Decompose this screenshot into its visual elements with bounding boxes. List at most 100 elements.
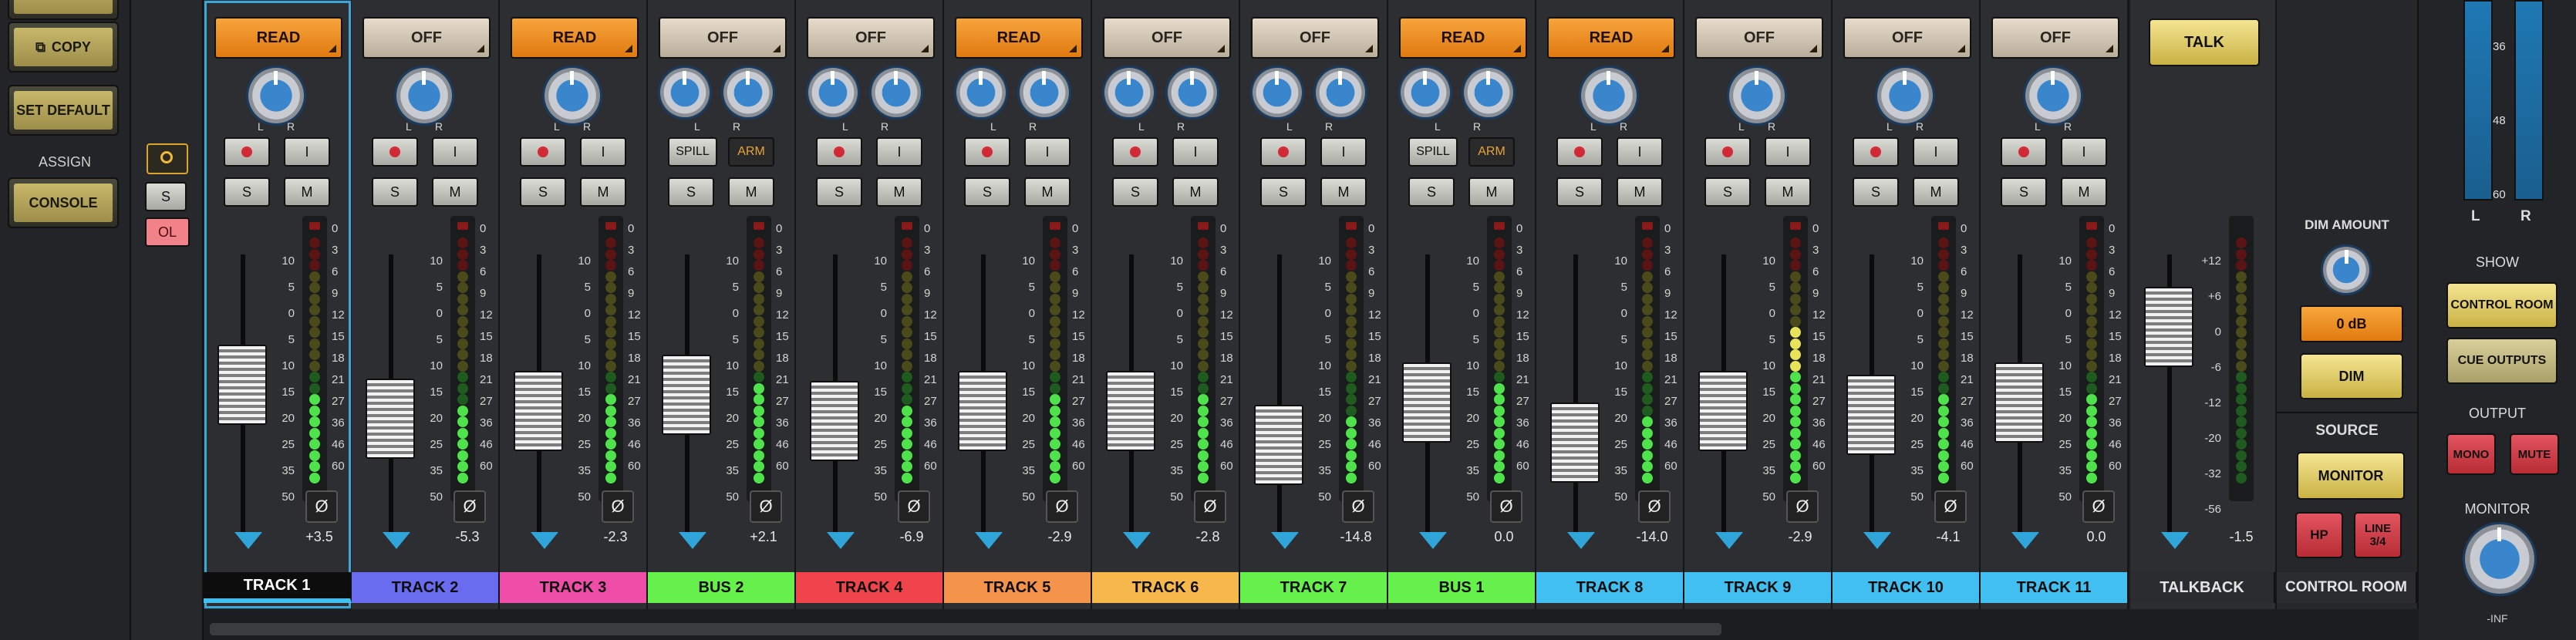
- phase-invert-button[interactable]: Ø: [2082, 490, 2115, 523]
- pan-right-knob[interactable]: [1316, 68, 1365, 117]
- track-name[interactable]: TRACK 10: [1833, 572, 1981, 603]
- mute-button[interactable]: M: [876, 177, 922, 207]
- clear-solo-button[interactable]: S: [145, 182, 187, 211]
- mute-button[interactable]: M: [1172, 177, 1219, 207]
- record-button[interactable]: [520, 137, 566, 167]
- track-name[interactable]: TRACK 11: [1981, 572, 2129, 603]
- mute-button[interactable]: M: [1320, 177, 1367, 207]
- pan-knob[interactable]: [1877, 68, 1933, 123]
- solo-button[interactable]: S: [1704, 177, 1751, 207]
- volume-fader[interactable]: [662, 355, 711, 435]
- phase-invert-button[interactable]: Ø: [1194, 490, 1226, 523]
- phase-invert-button[interactable]: Ø: [1786, 490, 1819, 523]
- track-name[interactable]: TRACK 5: [944, 572, 1092, 603]
- overload-button[interactable]: OL: [145, 217, 190, 247]
- phase-invert-button[interactable]: Ø: [898, 490, 930, 523]
- mute-button[interactable]: M: [2061, 177, 2107, 207]
- pan-knob[interactable]: [1729, 68, 1785, 123]
- volume-fader[interactable]: [1846, 375, 1896, 455]
- pan-left-knob[interactable]: [1104, 68, 1154, 117]
- mono-button[interactable]: MONO: [2446, 433, 2496, 475]
- pan-knob[interactable]: [2025, 68, 2081, 123]
- input-button[interactable]: I: [1172, 137, 1219, 167]
- solo-button[interactable]: S: [964, 177, 1010, 207]
- record-button[interactable]: [1853, 137, 1899, 167]
- track-name[interactable]: TRACK 7: [1240, 572, 1388, 603]
- solo-button[interactable]: S: [2001, 177, 2047, 207]
- input-button[interactable]: I: [1320, 137, 1367, 167]
- phase-invert-button[interactable]: Ø: [1342, 490, 1374, 523]
- record-button[interactable]: [816, 137, 862, 167]
- copy-button[interactable]: ⧉ COPY: [8, 22, 119, 72]
- record-button[interactable]: [2001, 137, 2047, 167]
- track-name[interactable]: TRACK 2: [352, 572, 500, 603]
- mute-button[interactable]: M: [1617, 177, 1663, 207]
- automation-mode-button[interactable]: OFF: [659, 17, 787, 59]
- mute-button[interactable]: M: [1468, 177, 1515, 207]
- volume-fader[interactable]: [958, 371, 1007, 451]
- track-name[interactable]: BUS 2: [648, 572, 796, 603]
- pan-left-knob[interactable]: [808, 68, 858, 117]
- arm-button[interactable]: ARM: [1468, 137, 1515, 167]
- record-button[interactable]: [1556, 137, 1603, 167]
- phase-invert-button[interactable]: Ø: [750, 490, 782, 523]
- solo-button[interactable]: S: [372, 177, 418, 207]
- automation-mode-button[interactable]: READ: [1399, 17, 1527, 59]
- automation-mode-button[interactable]: READ: [955, 17, 1083, 59]
- dim-amount-value[interactable]: 0 dB: [2300, 305, 2403, 342]
- solo-button[interactable]: S: [1260, 177, 1307, 207]
- mute-button[interactable]: M: [432, 177, 478, 207]
- record-button[interactable]: [1260, 137, 1307, 167]
- record-button[interactable]: [224, 137, 270, 167]
- monitor-volume-knob[interactable]: [2465, 524, 2534, 594]
- talk-button[interactable]: TALK: [2149, 19, 2260, 66]
- solo-button[interactable]: S: [1556, 177, 1603, 207]
- dim-button[interactable]: DIM: [2300, 353, 2403, 399]
- volume-fader[interactable]: [1402, 362, 1452, 443]
- mute-button[interactable]: M: [284, 177, 330, 207]
- volume-fader[interactable]: [1698, 371, 1748, 451]
- mute-button[interactable]: M: [1765, 177, 1811, 207]
- automation-mode-button[interactable]: OFF: [807, 17, 935, 59]
- console-button[interactable]: CONSOLE: [8, 177, 119, 228]
- volume-fader[interactable]: [1254, 405, 1303, 485]
- pan-knob[interactable]: [248, 68, 304, 123]
- volume-fader[interactable]: [1106, 371, 1155, 451]
- automation-mode-button[interactable]: OFF: [1991, 17, 2119, 59]
- automation-mode-button[interactable]: READ: [511, 17, 639, 59]
- pan-right-knob[interactable]: [1020, 68, 1069, 117]
- show-control-room-button[interactable]: CONTROL ROOM: [2446, 282, 2557, 328]
- monitor-source-button[interactable]: MONITOR: [2297, 452, 2405, 500]
- pan-right-knob[interactable]: [1464, 68, 1513, 117]
- automation-mode-button[interactable]: OFF: [1103, 17, 1231, 59]
- automation-mode-button[interactable]: READ: [1547, 17, 1675, 59]
- cue-outputs-button[interactable]: CUE OUTPUTS: [2446, 338, 2557, 384]
- solo-button[interactable]: S: [816, 177, 862, 207]
- volume-fader[interactable]: [366, 379, 415, 459]
- target-button[interactable]: [147, 143, 188, 174]
- solo-button[interactable]: S: [668, 177, 714, 207]
- volume-fader[interactable]: [217, 345, 267, 425]
- record-button[interactable]: [372, 137, 418, 167]
- phase-invert-button[interactable]: Ø: [1046, 490, 1078, 523]
- spill-button[interactable]: SPILL: [668, 137, 717, 167]
- phase-invert-button[interactable]: Ø: [305, 490, 338, 523]
- pan-right-knob[interactable]: [723, 68, 773, 117]
- top-button[interactable]: [8, 0, 119, 20]
- automation-mode-button[interactable]: OFF: [362, 17, 491, 59]
- input-button[interactable]: I: [580, 137, 626, 167]
- solo-button[interactable]: S: [1853, 177, 1899, 207]
- dim-amount-knob[interactable]: [2323, 247, 2369, 293]
- volume-fader[interactable]: [514, 371, 563, 451]
- spill-button[interactable]: SPILL: [1408, 137, 1458, 167]
- solo-button[interactable]: S: [224, 177, 270, 207]
- track-name[interactable]: TRACK 1: [204, 572, 352, 603]
- mute-button[interactable]: M: [728, 177, 774, 207]
- volume-fader[interactable]: [1994, 362, 2044, 443]
- record-button[interactable]: [1112, 137, 1158, 167]
- automation-mode-button[interactable]: READ: [214, 17, 342, 59]
- input-button[interactable]: I: [1617, 137, 1663, 167]
- pan-left-knob[interactable]: [956, 68, 1006, 117]
- pan-knob[interactable]: [545, 68, 600, 123]
- set-default-button[interactable]: SET DEFAULT: [8, 85, 119, 136]
